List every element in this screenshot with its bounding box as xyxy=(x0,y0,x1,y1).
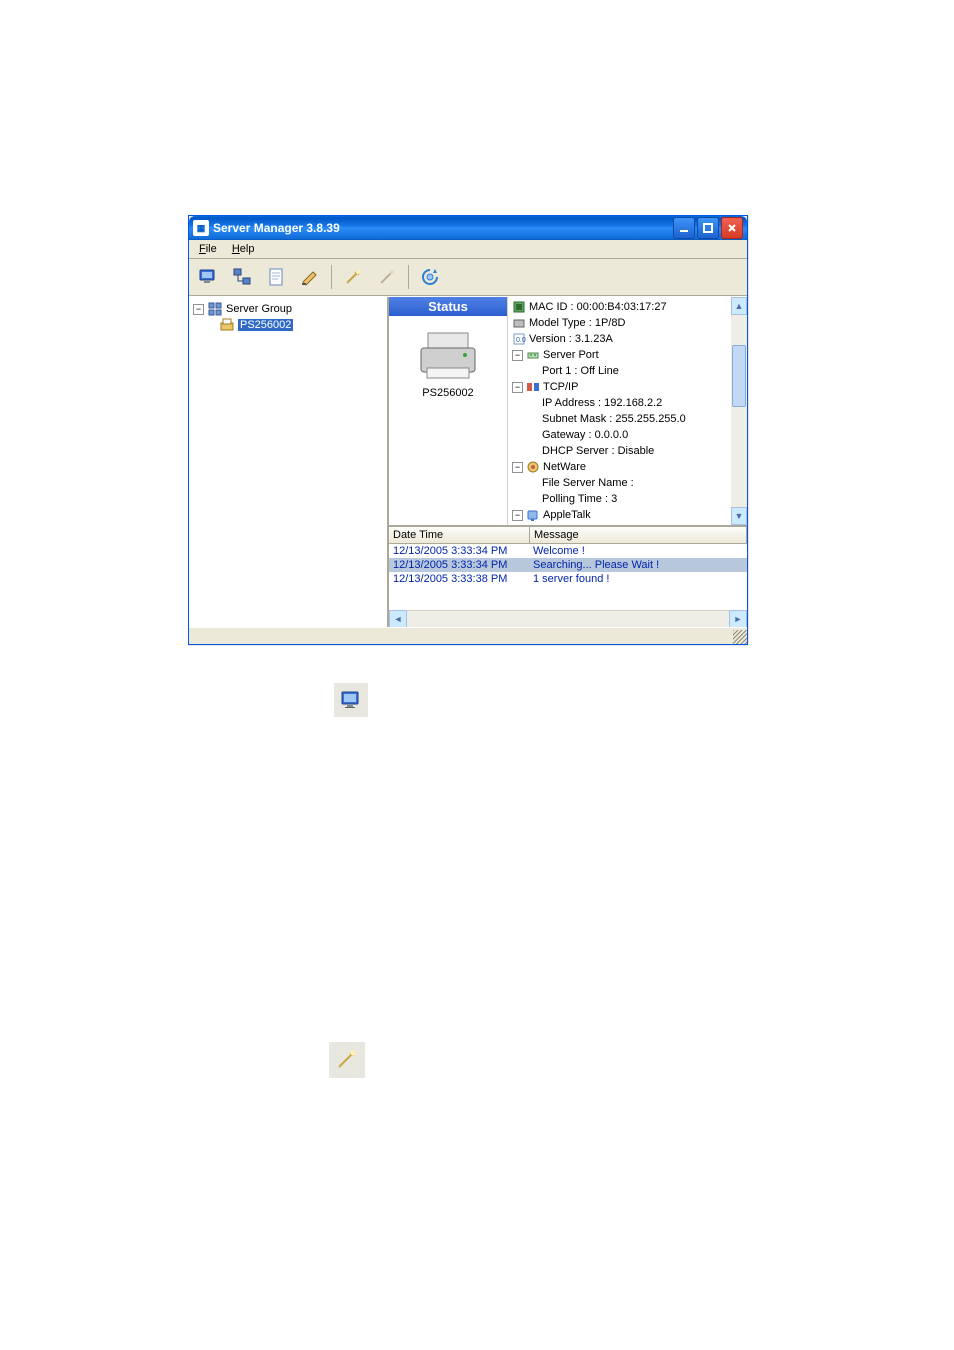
detail-version: 0.0 Version : 3.1.23A xyxy=(512,331,747,347)
collapse-icon[interactable]: − xyxy=(193,304,204,315)
log-row[interactable]: 12/13/2005 3:33:38 PM 1 server found ! xyxy=(389,572,747,586)
toolbar-separator xyxy=(331,265,332,289)
collapse-icon[interactable]: − xyxy=(512,382,523,393)
menubar: File Help xyxy=(189,240,747,259)
scroll-thumb[interactable] xyxy=(732,345,746,407)
menu-help[interactable]: Help xyxy=(226,242,261,256)
tree-root-row[interactable]: − Server Group xyxy=(193,301,383,317)
minimize-button[interactable] xyxy=(673,217,695,239)
scroll-up-icon[interactable]: ▲ xyxy=(731,297,747,315)
scroll-left-icon[interactable]: ◄ xyxy=(389,610,407,628)
log-row[interactable]: 12/13/2005 3:33:34 PM Welcome ! xyxy=(389,544,747,558)
client-area: − Server Group PS256002 Status xyxy=(189,296,747,627)
resize-grip-icon[interactable] xyxy=(733,630,747,644)
port-icon xyxy=(526,348,540,362)
collapse-icon[interactable]: − xyxy=(512,462,523,473)
tree-pane: − Server Group PS256002 xyxy=(189,297,389,627)
detail-port1: Port 1 : Off Line xyxy=(512,363,747,379)
detail-column: MAC ID : 00:00:B4:03:17:27 Model Type : … xyxy=(508,297,747,525)
app-window: ▦ Server Manager 3.8.39 File Help xyxy=(188,215,748,645)
scroll-right-icon[interactable]: ► xyxy=(729,610,747,628)
detail-gateway: Gateway : 0.0.0.0 xyxy=(512,427,747,443)
detail-appletalk[interactable]: − AppleTalk xyxy=(512,507,747,523)
tool-monitor-icon[interactable] xyxy=(193,262,223,292)
tree-node-row[interactable]: PS256002 xyxy=(193,317,383,333)
right-pane: Status PS256002 MAC ID : 00:00:B4:0 xyxy=(389,297,747,627)
tool-network-icon[interactable] xyxy=(227,262,257,292)
tool-wand-disabled-icon[interactable] xyxy=(372,262,402,292)
log-pane: Date Time Message 12/13/2005 3:33:34 PM … xyxy=(389,527,747,627)
menu-file[interactable]: File xyxy=(193,242,223,256)
detail-netware[interactable]: − NetWare xyxy=(512,459,747,475)
toolbar xyxy=(189,259,747,296)
appletalk-icon xyxy=(526,508,540,522)
detail-top: Status PS256002 MAC ID : 00:00:B4:0 xyxy=(389,297,747,527)
printer-node-icon xyxy=(219,317,235,333)
horizontal-scrollbar[interactable]: ◄ ► xyxy=(389,610,747,627)
toolbar-separator xyxy=(408,265,409,289)
svg-text:0.0: 0.0 xyxy=(516,337,526,344)
scroll-track[interactable] xyxy=(731,315,747,507)
app-icon: ▦ xyxy=(193,220,209,236)
window-title: Server Manager 3.8.39 xyxy=(213,221,340,235)
detail-mac: MAC ID : 00:00:B4:03:17:27 xyxy=(512,299,747,315)
close-button[interactable] xyxy=(721,217,743,239)
log-header-datetime[interactable]: Date Time xyxy=(389,527,530,543)
tool-refresh-icon[interactable] xyxy=(415,262,445,292)
model-icon xyxy=(512,316,526,330)
collapse-icon[interactable]: − xyxy=(512,350,523,361)
detail-serverport[interactable]: − Server Port xyxy=(512,347,747,363)
detail-dhcp: DHCP Server : Disable xyxy=(512,443,747,459)
detail-tcpip[interactable]: − TCP/IP xyxy=(512,379,747,395)
standalone-wand-icon xyxy=(329,1042,365,1078)
tcpip-icon xyxy=(526,380,540,394)
printer-image-icon xyxy=(413,328,483,383)
tree-root-label: Server Group xyxy=(226,303,292,315)
tool-write-icon[interactable] xyxy=(295,262,325,292)
version-icon: 0.0 xyxy=(512,332,526,346)
netware-icon xyxy=(526,460,540,474)
detail-polling: Polling Time : 3 xyxy=(512,491,747,507)
log-row[interactable]: 12/13/2005 3:33:34 PM Searching... Pleas… xyxy=(389,558,747,572)
server-group-icon xyxy=(207,301,223,317)
log-body: 12/13/2005 3:33:34 PM Welcome ! 12/13/20… xyxy=(389,544,747,610)
maximize-button[interactable] xyxy=(697,217,719,239)
log-header-message[interactable]: Message xyxy=(530,527,747,543)
tool-document-icon[interactable] xyxy=(261,262,291,292)
detail-model: Model Type : 1P/8D xyxy=(512,315,747,331)
detail-ip: IP Address : 192.168.2.2 xyxy=(512,395,747,411)
collapse-icon[interactable]: − xyxy=(512,510,523,521)
status-header: Status xyxy=(389,297,507,316)
chip-icon xyxy=(512,300,526,314)
tool-wand-icon[interactable] xyxy=(338,262,368,292)
detail-subnet: Subnet Mask : 255.255.255.0 xyxy=(512,411,747,427)
scroll-down-icon[interactable]: ▼ xyxy=(731,507,747,525)
status-device-label: PS256002 xyxy=(389,387,507,399)
status-column: Status PS256002 xyxy=(389,297,508,525)
detail-fsname: File Server Name : xyxy=(512,475,747,491)
tree-node-label: PS256002 xyxy=(238,319,293,331)
titlebar[interactable]: ▦ Server Manager 3.8.39 xyxy=(189,216,747,240)
log-header: Date Time Message xyxy=(389,527,747,544)
vertical-scrollbar[interactable]: ▲ ▼ xyxy=(731,297,747,525)
standalone-monitor-icon xyxy=(334,683,368,717)
statusbar xyxy=(189,627,747,644)
